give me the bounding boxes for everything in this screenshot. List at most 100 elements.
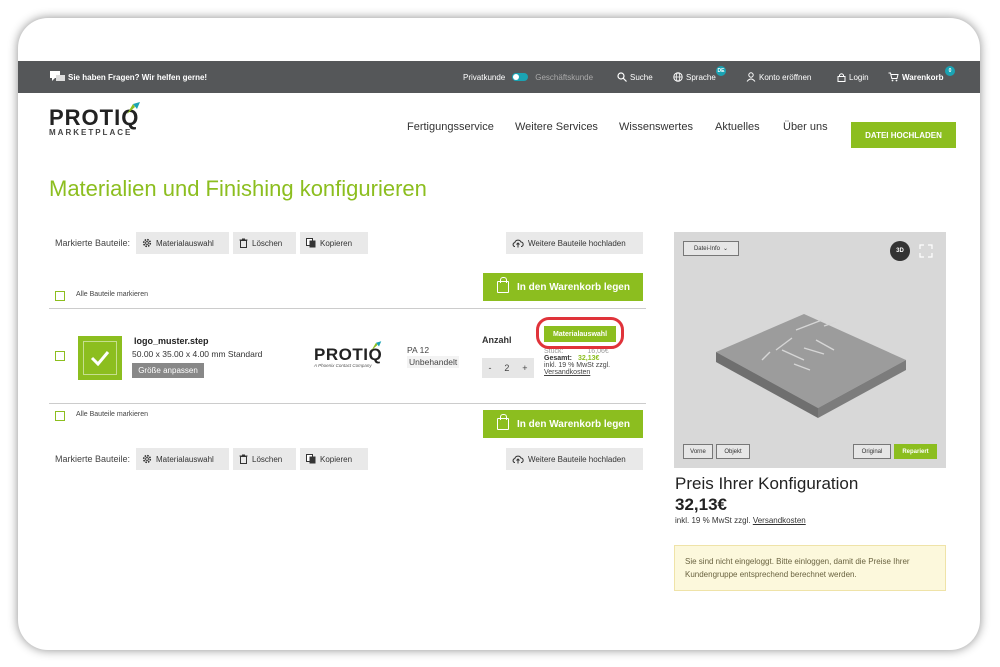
nav-aktuelles[interactable]: Aktuelles [715, 121, 760, 133]
page-title: Materialien und Finishing konfigurieren [49, 176, 427, 201]
help-text: Sie haben Fragen? Wir helfen gerne! [68, 72, 208, 82]
material-select-button-bottom[interactable]: Materialauswahl [136, 448, 229, 470]
summary-shipping-link[interactable]: Versandkosten [753, 516, 806, 525]
quantity-stepper[interactable]: - 2 + [482, 358, 534, 378]
original-model-button[interactable]: Original [853, 444, 891, 459]
shopping-bag-icon [497, 277, 509, 293]
upload-more-parts-button-bottom[interactable]: Weitere Bauteile hochladen [506, 448, 643, 470]
search-link[interactable]: Suche [617, 61, 653, 93]
browser-frame: Sie haben Fragen? Wir helfen gerne! Priv… [18, 18, 980, 650]
material-select-label-bottom: Materialauswahl [156, 454, 214, 464]
material-info: PA 12 Unbehandelt [407, 344, 460, 368]
logo-subtitle: MARKETPLACE [49, 128, 133, 137]
repaired-model-button[interactable]: Repariert [894, 444, 937, 459]
view-object-button[interactable]: Objekt [716, 444, 750, 459]
quantity-decrement[interactable]: - [488, 363, 491, 373]
part-filename: logo_muster.step [134, 336, 209, 346]
select-all-checkbox-bottom[interactable] [55, 411, 65, 421]
select-all-checkbox-top[interactable] [55, 291, 65, 301]
login-label: Login [849, 72, 869, 82]
gear-icon [142, 454, 152, 464]
price-summary-title: Preis Ihrer Konfiguration [675, 474, 859, 493]
finish-name: Unbehandelt [407, 356, 460, 368]
3d-viewer[interactable]: Datei-Info ⌄ 3D Vorne Objekt Original Re… [674, 232, 946, 468]
toolbar-label: Markierte Bauteile: [55, 238, 131, 248]
checkmark-icon [90, 351, 110, 366]
material-select-label: Materialauswahl [156, 238, 214, 248]
language-label: Sprache [686, 72, 716, 82]
price-summary-total: 32,13€ [675, 495, 727, 514]
search-icon [617, 72, 627, 82]
quantity-label: Anzahl [482, 335, 512, 345]
login-link[interactable]: Login [837, 61, 869, 93]
add-to-cart-button-top[interactable]: In den Warenkorb legen [483, 273, 643, 301]
upload-more-label: Weitere Bauteile hochladen [528, 238, 626, 248]
add-to-cart-label-bottom: In den Warenkorb legen [517, 418, 630, 430]
gear-icon [142, 238, 152, 248]
upload-more-parts-button[interactable]: Weitere Bauteile hochladen [506, 232, 643, 254]
shipping-link[interactable]: Versandkosten [544, 369, 590, 376]
cart-count-badge: 0 [945, 66, 955, 76]
total-label: Gesamt: [544, 355, 573, 362]
copy-label: Kopieren [320, 238, 353, 248]
protiq-brand-logo: PROTIQ A Phoenix Contact Company [314, 341, 382, 369]
logo-arrow-icon [127, 102, 140, 114]
nav-wissenswertes[interactable]: Wissenswertes [619, 121, 693, 133]
highlight-circle [536, 317, 624, 349]
delete-label: Löschen [252, 238, 283, 248]
brand-arrow-icon [371, 341, 382, 351]
help-link[interactable]: Sie haben Fragen? Wir helfen gerne! [50, 61, 207, 93]
globe-icon [673, 72, 683, 82]
toolbar-label-bottom: Markierte Bauteile: [55, 454, 131, 464]
divider-bottom [49, 403, 646, 404]
select-all-label-top: Alle Bauteile markieren [76, 291, 148, 298]
copy-label-bottom: Kopieren [320, 454, 353, 464]
customer-toggle-switch[interactable] [512, 73, 529, 81]
add-to-cart-label-top: In den Warenkorb legen [517, 281, 630, 293]
delete-button[interactable]: Löschen [233, 232, 296, 254]
material-select-button[interactable]: Materialauswahl [136, 232, 229, 254]
copy-icon [306, 238, 316, 248]
brand-subtitle: A Phoenix Contact Company [314, 363, 372, 368]
select-all-label-bottom: Alle Bauteile markieren [76, 411, 148, 418]
customer-type-toggle[interactable]: Privatkunde Geschäftskunde [463, 61, 593, 93]
unit-price: 16,06€ [587, 348, 609, 355]
top-bar: Sie haben Fragen? Wir helfen gerne! Priv… [18, 61, 980, 93]
nav-fertigungsservice[interactable]: Fertigungsservice [407, 121, 494, 133]
private-customer-label: Privatkunde [463, 72, 506, 82]
quantity-increment[interactable]: + [522, 363, 527, 373]
user-icon [746, 72, 756, 82]
cloud-upload-icon [512, 239, 524, 248]
add-to-cart-button-bottom[interactable]: In den Warenkorb legen [483, 410, 643, 438]
divider-top [49, 308, 646, 309]
cloud-upload-icon [512, 455, 524, 464]
protiq-logo[interactable]: PROTIQ MARKETPLACE [49, 102, 140, 138]
upload-file-button[interactable]: DATEI HOCHLADEN [851, 122, 956, 148]
part-thumbnail[interactable] [78, 336, 122, 380]
nav-ueber-uns[interactable]: Über uns [783, 121, 828, 133]
summary-vat-note: inkl. 19 % MwSt zzgl. [675, 516, 751, 525]
total-price: 32,13€ [577, 355, 600, 362]
copy-button-bottom[interactable]: Kopieren [300, 448, 368, 470]
copy-icon [306, 454, 316, 464]
quantity-value[interactable]: 2 [504, 363, 509, 373]
upload-more-label-bottom: Weitere Bauteile hochladen [528, 454, 626, 464]
main-header: PROTIQ MARKETPLACE Fertigungsservice Wei… [18, 93, 980, 148]
cart-link[interactable]: Warenkorb [888, 61, 944, 93]
shopping-bag-icon [497, 414, 509, 430]
register-label: Konto eröffnen [759, 72, 812, 82]
price-column: Stück: 16,06€ Gesamt: 32,13€ inkl. 19 % … [544, 348, 610, 376]
cart-label: Warenkorb [902, 72, 944, 82]
nav-weitere-services[interactable]: Weitere Services [515, 121, 598, 133]
lock-icon [837, 73, 846, 82]
view-front-button[interactable]: Vorne [683, 444, 713, 459]
delete-button-bottom[interactable]: Löschen [233, 448, 296, 470]
part-checkbox[interactable] [55, 351, 65, 361]
copy-button[interactable]: Kopieren [300, 232, 368, 254]
login-notice: Sie sind nicht eingeloggt. Bitte einlogg… [674, 545, 946, 591]
thumbnail-frame [83, 341, 117, 375]
register-link[interactable]: Konto eröffnen [746, 61, 811, 93]
language-link[interactable]: Sprache [673, 61, 716, 93]
cart-icon [888, 72, 899, 82]
resize-button[interactable]: Größe anpassen [132, 363, 204, 378]
